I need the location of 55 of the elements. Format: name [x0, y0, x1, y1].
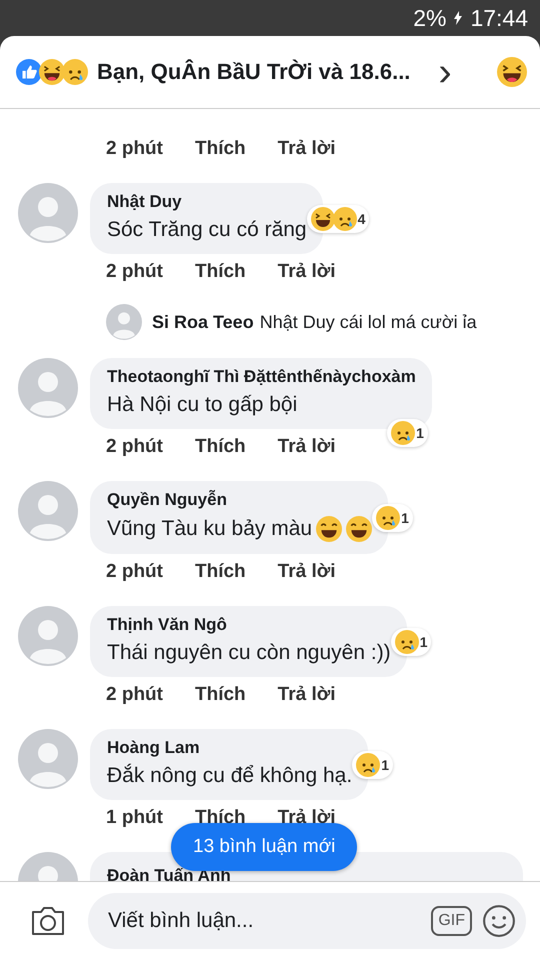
- like-link[interactable]: Thích: [195, 261, 246, 283]
- avatar[interactable]: [18, 481, 78, 541]
- comment-time: 2 phút: [106, 561, 163, 583]
- emoji-icon[interactable]: [482, 904, 516, 938]
- reply-author[interactable]: Si Roa Teeo: [152, 312, 254, 332]
- crying-face-icon: [62, 59, 88, 85]
- reaction-badge[interactable]: 1: [387, 419, 428, 447]
- comment-text: Đắk nông cu để không hạ.: [107, 764, 352, 788]
- avatar[interactable]: [106, 304, 142, 340]
- reaction-badge[interactable]: 1: [352, 750, 393, 778]
- reply-link[interactable]: Trả lời: [278, 561, 336, 583]
- like-link[interactable]: Thích: [195, 436, 246, 458]
- commenter-name[interactable]: Theotaonghĩ Thì Đặttênthếnàychoxàm: [107, 367, 416, 387]
- laughing-face-icon[interactable]: [497, 57, 527, 87]
- comment-text: Sóc Trăng cu có răng: [107, 218, 307, 242]
- avatar[interactable]: [18, 729, 78, 789]
- comment-text: Vũng Tàu ku bảy màu: [107, 517, 312, 541]
- commenter-name[interactable]: Nhật Duy: [107, 192, 182, 212]
- comment-input[interactable]: Viết bình luận... GIF: [88, 893, 526, 949]
- reply-text: Nhật Duy cái lol má cười ỉa: [260, 312, 477, 332]
- comment-time: 2 phút: [106, 436, 163, 458]
- avatar[interactable]: [18, 183, 78, 243]
- like-link[interactable]: Thích: [195, 561, 246, 583]
- avatar[interactable]: [18, 358, 78, 418]
- comment-text: Thái nguyên cu còn nguyên :)): [107, 641, 391, 665]
- comment-time: 2 phút: [106, 684, 163, 706]
- commenter-name[interactable]: Thịnh Văn Ngô: [107, 615, 227, 635]
- reactions-header[interactable]: Bạn, QuÂn BầU TrỜi và 18.6... ›: [0, 36, 540, 109]
- comment-time: 2 phút: [106, 261, 163, 283]
- battery-level: 2%: [413, 4, 446, 32]
- chevron-icon: ›: [438, 52, 452, 92]
- like-icon: [16, 59, 42, 85]
- comment-time: 1 phút: [106, 807, 163, 829]
- laughing-face-icon: [39, 59, 65, 85]
- smiling-face-icon: [346, 516, 372, 542]
- like-link[interactable]: Thích: [195, 138, 246, 160]
- reply-link[interactable]: Trả lời: [278, 261, 336, 283]
- clock: 17:44: [470, 4, 528, 32]
- reaction-badge[interactable]: 1: [372, 504, 413, 532]
- commenter-name[interactable]: Hoàng Lam: [107, 738, 200, 758]
- like-link[interactable]: Thích: [195, 684, 246, 706]
- comment-time: 2 phút: [106, 138, 163, 160]
- camera-icon[interactable]: [30, 905, 66, 937]
- smiling-face-icon: [316, 516, 342, 542]
- commenter-name[interactable]: Quyền Nguyễn: [107, 490, 227, 510]
- reaction-badge[interactable]: 4: [306, 204, 370, 232]
- charging-icon: [454, 11, 462, 25]
- comment-text: Hà Nội cu to gấp bội: [107, 393, 298, 417]
- avatar[interactable]: [18, 606, 78, 666]
- gif-button[interactable]: GIF: [431, 906, 472, 936]
- reply-link[interactable]: Trả lời: [278, 436, 336, 458]
- reply-link[interactable]: Trả lời: [278, 138, 336, 160]
- reaction-badge[interactable]: 1: [390, 628, 432, 656]
- reply-link[interactable]: Trả lời: [278, 684, 336, 706]
- reactors-summary: Bạn, QuÂn BầU TrỜi và 18.6...: [97, 59, 410, 85]
